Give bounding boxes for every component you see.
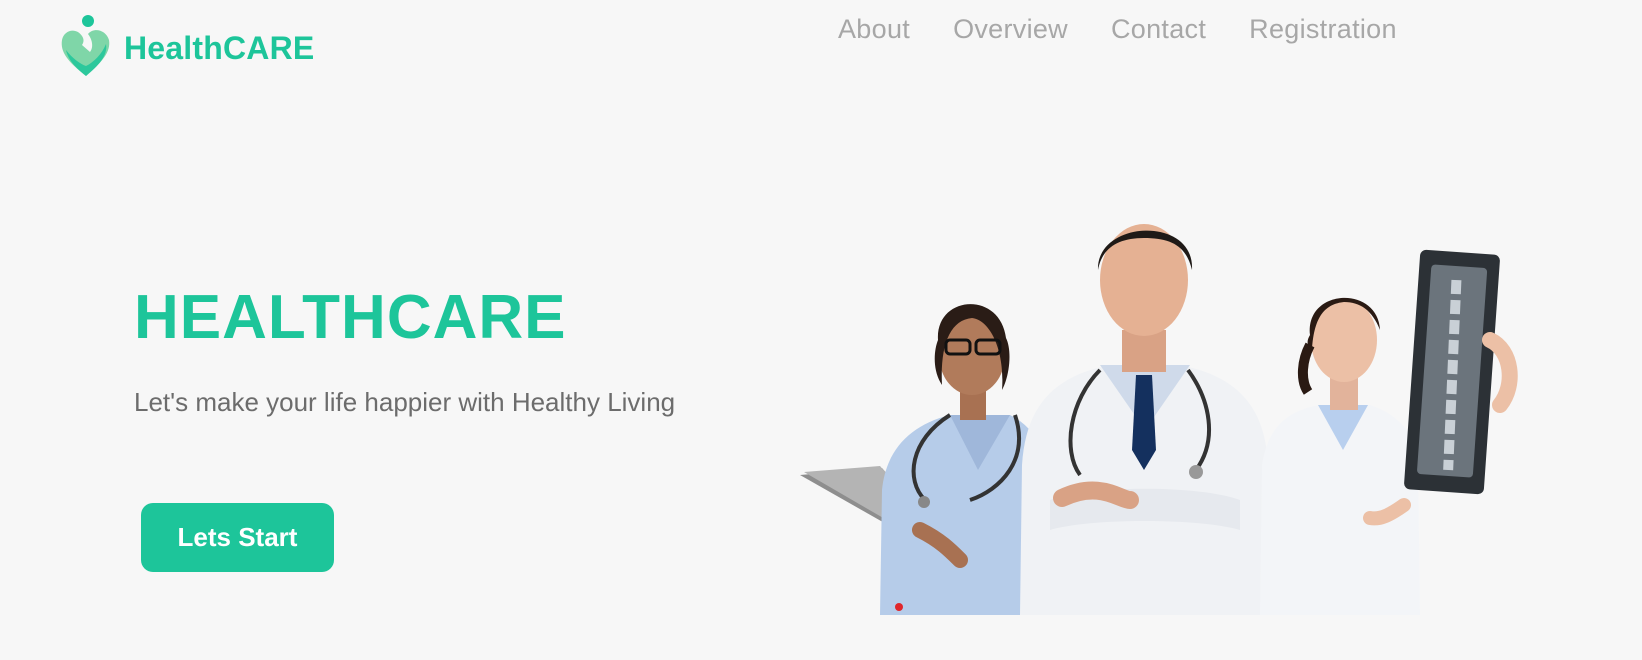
lets-start-button[interactable]: Lets Start [141,503,334,572]
nav-about[interactable]: About [838,14,910,45]
nav-overview[interactable]: Overview [953,14,1068,45]
brand-logo[interactable]: HealthCARE [58,14,314,82]
nav-contact[interactable]: Contact [1111,14,1206,45]
hero-subtitle: Let's make your life happier with Health… [134,387,676,417]
doctor-right-figure [1260,297,1420,615]
brand-name: HealthCARE [124,29,315,66]
heart-person-icon [61,15,110,76]
nav-registration[interactable]: Registration [1249,14,1397,45]
carousel-indicator[interactable] [895,603,903,611]
doctors-team-illustration [800,224,1518,615]
hero-title: HEALTHCARE [134,283,567,352]
doctor-center-figure [1020,224,1270,615]
main-nav: About Overview Contact Registration [838,14,1397,45]
